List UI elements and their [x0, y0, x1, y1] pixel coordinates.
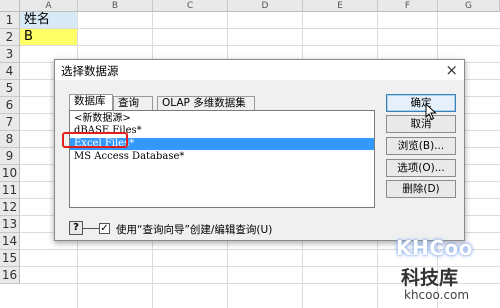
- close-icon[interactable]: ×: [445, 61, 458, 79]
- row-header-8[interactable]: 8: [0, 131, 20, 148]
- row-header-1[interactable]: 1: [0, 12, 20, 29]
- row-header-10[interactable]: 10: [0, 165, 20, 182]
- list-item-ms-access[interactable]: MS Access Database*: [74, 151, 184, 163]
- column-header-f[interactable]: F: [378, 0, 438, 12]
- dialog-title: 选择数据源: [61, 64, 119, 78]
- watermark-logo: KHCoo: [396, 236, 473, 260]
- select-all-corner[interactable]: [0, 0, 20, 12]
- row-header-3[interactable]: 3: [0, 46, 20, 63]
- row-header-11[interactable]: 11: [0, 182, 20, 199]
- row-header-15[interactable]: 15: [0, 250, 20, 267]
- excel-files-highlight: [62, 132, 128, 148]
- dialog-titlebar[interactable]: 选择数据源 ×: [55, 60, 464, 80]
- ok-button[interactable]: 确定: [386, 94, 456, 112]
- list-item-new-source[interactable]: <新数据源>: [74, 113, 131, 125]
- cell-a2[interactable]: B: [20, 29, 77, 45]
- row-header-5[interactable]: 5: [0, 80, 20, 97]
- watermark-url: khcoo.com: [404, 288, 470, 302]
- row-header-6[interactable]: 6: [0, 97, 20, 114]
- query-wizard-label: 使用“查询向导”创建/编辑查询(U): [116, 224, 273, 236]
- column-header-d[interactable]: D: [228, 0, 303, 12]
- column-header-a[interactable]: A: [20, 0, 78, 12]
- column-header-c[interactable]: C: [153, 0, 228, 12]
- tab-olap-cubes[interactable]: OLAP 多维数据集: [157, 96, 255, 110]
- row-header-12[interactable]: 12: [0, 199, 20, 216]
- options-button[interactable]: 选项(O)...: [386, 159, 456, 177]
- browse-button[interactable]: 浏览(B)...: [386, 137, 456, 155]
- row-header-9[interactable]: 9: [0, 148, 20, 165]
- grid-line: [20, 45, 500, 46]
- row-header-16[interactable]: 16: [0, 267, 20, 284]
- row-header-13[interactable]: 13: [0, 216, 20, 233]
- mouse-pointer-icon: [425, 102, 437, 124]
- grid-line: [20, 28, 500, 29]
- row-header-7[interactable]: 7: [0, 114, 20, 131]
- tab-queries[interactable]: 查询: [113, 96, 153, 110]
- cell-a1[interactable]: 姓名: [20, 12, 77, 28]
- column-header-b[interactable]: B: [78, 0, 153, 12]
- query-wizard-checkbox[interactable]: ✓: [99, 223, 110, 234]
- help-icon[interactable]: ?: [69, 221, 83, 235]
- connector-line: [83, 228, 99, 229]
- tab-databases[interactable]: 数据库: [69, 94, 113, 110]
- watermark-name: 科技库: [401, 267, 459, 289]
- select-data-source-dialog: 选择数据源 × 数据库 查询 OLAP 多维数据集 <新数据源> dBASE F…: [54, 59, 465, 241]
- data-source-list[interactable]: <新数据源> dBASE Files* Excel Files* MS Acce…: [69, 110, 375, 208]
- delete-button[interactable]: 删除(D): [386, 180, 456, 198]
- row-header-4[interactable]: 4: [0, 63, 20, 80]
- column-header-g[interactable]: G: [438, 0, 500, 12]
- row-header-14[interactable]: 14: [0, 233, 20, 250]
- row-header-2[interactable]: 2: [0, 29, 20, 46]
- cancel-button[interactable]: 取消: [386, 115, 456, 133]
- column-header-e[interactable]: E: [303, 0, 378, 12]
